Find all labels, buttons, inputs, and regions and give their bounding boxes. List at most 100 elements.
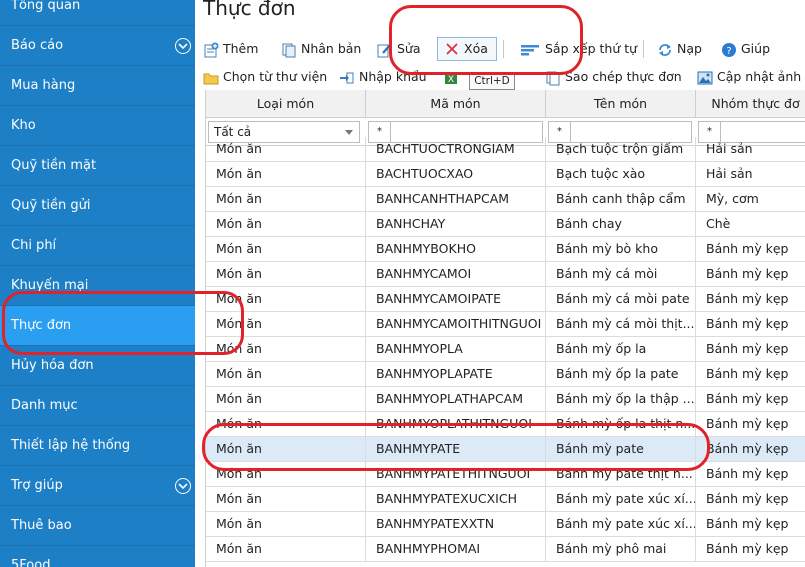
edit-button[interactable]: Sửa <box>377 36 421 62</box>
sidebar-item[interactable]: Quỹ tiền gửi <box>0 186 195 226</box>
sidebar-item[interactable]: Kho <box>0 106 195 146</box>
table-cell: Bánh mỳ kẹp <box>696 412 805 437</box>
table-cell: Bánh mỳ cá mòi <box>546 262 696 287</box>
sidebar-item[interactable]: Danh mục <box>0 386 195 426</box>
table-cell: Bánh mỳ kẹp <box>696 262 805 287</box>
sort-order-button[interactable]: Sắp xếp thứ tự <box>521 36 637 62</box>
grid-header: Loại món Mã món Tên món Nhóm thực đơ <box>206 90 805 118</box>
table-cell: Món ăn <box>206 312 366 337</box>
table-cell: Món ăn <box>206 487 366 512</box>
sidebar-item[interactable]: Thuê bao <box>0 506 195 546</box>
export-button[interactable]: X <box>443 64 463 90</box>
col-header-name[interactable]: Tên món <box>546 90 696 118</box>
col-header-code[interactable]: Mã món <box>366 90 546 118</box>
duplicate-icon <box>281 41 297 57</box>
sidebar-item[interactable]: Khuyến mại <box>0 266 195 306</box>
image-icon <box>697 69 713 85</box>
import-button[interactable]: Nhập khẩu <box>339 64 427 90</box>
delete-label: Xóa <box>464 41 488 56</box>
delete-button[interactable]: Xóa <box>437 37 497 61</box>
col-header-group[interactable]: Nhóm thực đơ <box>696 90 805 118</box>
table-row[interactable]: Món ăn BANHMYBOKHO Bánh mỳ bò kho Bánh mỳ k… <box>206 237 805 262</box>
table-cell: Bánh mỳ kẹp <box>696 437 805 462</box>
table-cell: Bánh mỳ pate thịt n... <box>546 462 696 487</box>
table-row[interactable]: Món ăn BANHMYPATETHITNGUOI Bánh mỳ pate th… <box>206 462 805 487</box>
refresh-icon <box>657 41 673 57</box>
edit-icon <box>377 41 393 57</box>
reload-button[interactable]: Nạp <box>657 36 702 62</box>
sidebar-item-label: Kho <box>11 118 36 133</box>
table-cell: Món ăn <box>206 412 366 437</box>
table-cell: Bánh mỳ kẹp <box>696 387 805 412</box>
table-row[interactable]: Món ăn BANHCANHTHAPCAM Bánh canh thập cẩm M… <box>206 187 805 212</box>
sidebar-item[interactable]: Quỹ tiền mặt <box>0 146 195 186</box>
help-label: Giúp <box>741 41 771 56</box>
sidebar-item[interactable]: Tổng quan <box>0 0 195 26</box>
sidebar-item-label: Chi phí <box>11 238 57 253</box>
sidebar-item[interactable]: Thiết lập hệ thống <box>0 426 195 466</box>
table-row[interactable]: Món ăn BANHMYOPLAPATE Bánh mỳ ốp la pate Bá… <box>206 362 805 387</box>
main-panel: Thực đơn Thêm Nhân bản Sửa Xóa Sắp xếp t… <box>195 0 805 567</box>
table-cell: Bánh mỳ ốp la thập ... <box>546 387 696 412</box>
table-cell: Món ăn <box>206 362 366 387</box>
table-row[interactable]: Món ăn BANHMYPATEXXTN Bánh mỳ pate xúc xí.… <box>206 512 805 537</box>
table-cell: Bánh canh thập cẩm <box>546 187 696 212</box>
toolbar-separator <box>503 40 504 58</box>
table-cell: Bánh mỳ pate xúc xí... <box>546 487 696 512</box>
library-label: Chọn từ thư viện <box>223 69 328 84</box>
chevron-down-icon[interactable] <box>175 38 191 54</box>
col-header-type[interactable]: Loại món <box>206 90 366 118</box>
svg-text:X: X <box>448 75 454 85</box>
copy-menu-button[interactable]: Sao chép thực đơn <box>545 64 682 90</box>
svg-text:?: ? <box>726 46 731 57</box>
table-cell: Món ăn <box>206 262 366 287</box>
update-image-button[interactable]: Cập nhật ảnh <box>697 64 801 90</box>
table-cell: Bánh mỳ kẹp <box>696 237 805 262</box>
help-button[interactable]: ? Giúp <box>721 36 770 62</box>
chevron-down-icon <box>345 130 353 135</box>
table-cell: Bánh mỳ pate xúc xí... <box>546 512 696 537</box>
table-row[interactable]: Món ăn BACHTUOCXAO Bạch tuộc xào Hải sản <box>206 162 805 187</box>
sidebar-item[interactable]: Báo cáo <box>0 26 195 66</box>
duplicate-button[interactable]: Nhân bản <box>281 36 361 62</box>
sidebar-item[interactable]: Chi phí <box>0 226 195 266</box>
sidebar-item[interactable]: 5Food <box>0 546 195 567</box>
table-row[interactable]: Món ăn BANHMYOPLA Bánh mỳ ốp la Bánh mỳ kẹp <box>206 337 805 362</box>
table-cell: Bánh chay <box>546 212 696 237</box>
table-row[interactable]: Món ăn BANHMYCAMOIPATE Bánh mỳ cá mòi pate… <box>206 287 805 312</box>
update-image-label: Cập nhật ảnh <box>717 69 802 84</box>
table-cell: BANHMYOPLATHAPCAM <box>366 387 546 412</box>
table-cell: Bạch tuộc xào <box>546 162 696 187</box>
choose-from-library-button[interactable]: Chọn từ thư viện <box>203 64 327 90</box>
table-row[interactable]: Món ăn BANHMYOPLATHITNGUOI Bánh mỳ ốp la t… <box>206 412 805 437</box>
excel-icon: X <box>443 69 459 85</box>
sidebar-item[interactable]: Hủy hóa đơn <box>0 346 195 386</box>
table-cell: BANHMYPATE <box>366 437 546 462</box>
sidebar-item[interactable]: Thực đơn <box>0 306 195 346</box>
table-row[interactable]: Món ăn BANHCHAY Bánh chay Chè <box>206 212 805 237</box>
toolbar-primary: Thêm Nhân bản Sửa Xóa Sắp xếp thứ tự Nạp… <box>203 36 805 62</box>
table-row[interactable]: Món ăn BANHMYCAMOI Bánh mỳ cá mòi Bánh mỳ k… <box>206 262 805 287</box>
table-cell: Bánh mỳ kẹp <box>696 337 805 362</box>
sidebar-item[interactable]: Trợ giúp <box>0 466 195 506</box>
table-cell: Món ăn <box>206 462 366 487</box>
table-row[interactable]: Món ăn BANHMYPATEXUCXICH Bánh mỳ pate xúc … <box>206 487 805 512</box>
table-row[interactable]: Món ăn BACHTUOCTRONGIAM Bạch tuộc trộn giấ… <box>206 137 805 162</box>
add-icon <box>203 41 219 57</box>
table-cell: BANHMYPHOMAI <box>366 537 546 562</box>
table-cell: Bánh mỳ cá mòi pate <box>546 287 696 312</box>
table-cell: Bánh mỳ bò kho <box>546 237 696 262</box>
table-cell: Bánh mỳ phô mai <box>546 537 696 562</box>
add-button[interactable]: Thêm <box>203 36 258 62</box>
sidebar-item[interactable]: Mua hàng <box>0 66 195 106</box>
table-row[interactable]: Món ăn BANHMYPATE Bánh mỳ pate Bánh mỳ kẹp <box>206 437 805 462</box>
table-cell: Bánh mỳ ốp la pate <box>546 362 696 387</box>
table-row[interactable]: Món ăn BANHMYPHOMAI Bánh mỳ phô mai Bánh mỳ… <box>206 537 805 562</box>
table-row[interactable]: Món ăn BANHMYCAMOITHITNGUOI Bánh mỳ cá mòi… <box>206 312 805 337</box>
chevron-down-icon[interactable] <box>175 478 191 494</box>
table-cell: BANHMYPATETHITNGUOI <box>366 462 546 487</box>
table-cell: BANHCANHTHAPCAM <box>366 187 546 212</box>
table-cell: Món ăn <box>206 537 366 562</box>
table-cell: Món ăn <box>206 387 366 412</box>
table-row[interactable]: Món ăn BANHMYOPLATHAPCAM Bánh mỳ ốp la thậ… <box>206 387 805 412</box>
